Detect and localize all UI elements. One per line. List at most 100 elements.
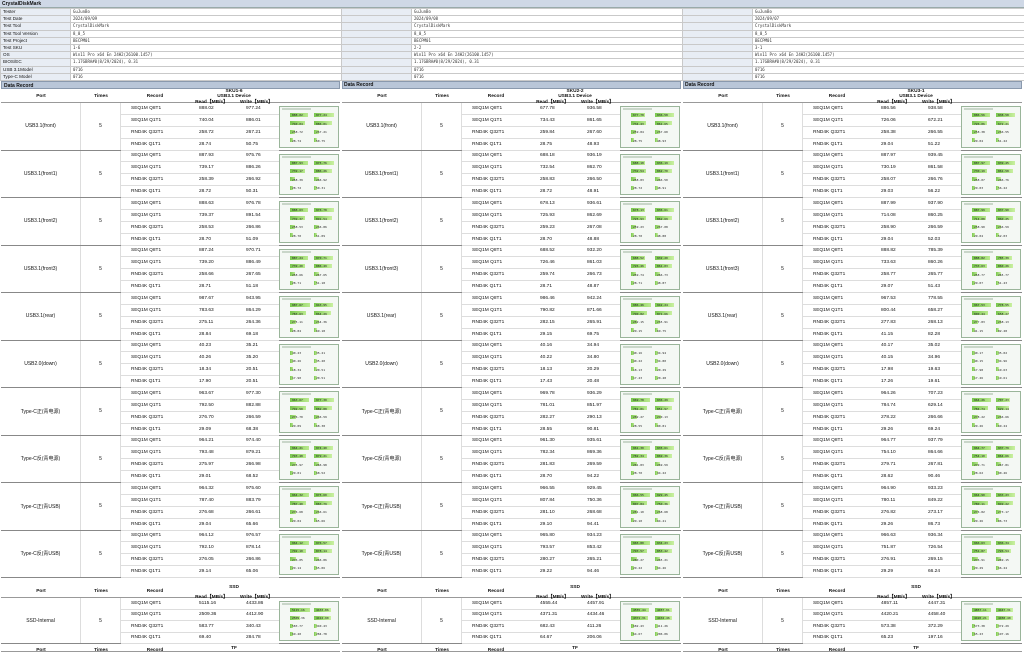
thumb-read-value: 967.53 <box>974 303 985 308</box>
record-row: SEQ1M Q1T1 793.57 853.42 <box>462 542 620 555</box>
thumb-write-value: 266.59 <box>316 415 327 420</box>
write-value: 861.65 <box>587 117 602 123</box>
record-name: SEQ1M Q1T1 <box>472 497 503 503</box>
record-row: SEQ1M Q1T1 792.10 878.14 <box>121 542 279 555</box>
times-cell: 5 <box>81 435 121 482</box>
info-label <box>682 43 753 53</box>
write-value: 340.43 <box>246 623 261 629</box>
read-value: 275.97 <box>199 462 214 468</box>
thumb-write-value: 48.93 <box>657 138 667 143</box>
thumb-title-bar <box>964 203 993 205</box>
write-value: 51.43 <box>928 284 941 290</box>
test-group: USB3.1(front3) 5 SEQ1M Q8T1 688.52 932.20 SEQ… <box>342 245 681 293</box>
record-row: SEQ1M Q8T1 969.78 936.29 <box>462 388 620 400</box>
times-cell: 5 <box>81 198 121 245</box>
port-header: Port <box>377 94 387 99</box>
thumb-write-value: 936.61 <box>657 208 668 213</box>
record-name: RND4K Q32T1 <box>131 129 164 135</box>
read-value: 17.26 <box>881 379 894 385</box>
write-value: 65.06 <box>246 569 259 575</box>
record-row: SEQ1M Q1T1 787.40 883.79 <box>121 495 279 507</box>
crystaldiskmark-screenshot-icon: 964.26 707.23 784.74 629.14 278.22 266.66 29.2… <box>961 391 1021 433</box>
thumb-read-value: 887.24 <box>292 255 303 260</box>
port-cell: Type-C反(青USB) <box>342 530 422 577</box>
test-group: Type-C反(青电源) 5 SEQ1M Q8T1 964.77 937.79 SEQ1M… <box>683 435 1022 483</box>
thumb-write-value: 69.18 <box>316 328 326 333</box>
thumb-read-value: 793.48 <box>292 454 303 459</box>
record-row: RND4K Q1T1 29.10 94.41 <box>462 519 620 531</box>
thumb-read-value: 583.77 <box>292 624 303 629</box>
info-value: 8_0_5 <box>752 29 1024 38</box>
thumb-read-value: 18.13 <box>633 367 643 372</box>
thumb-read-value: 969.78 <box>633 398 644 403</box>
thumb-title-bar <box>964 393 993 395</box>
record-name: RND4K Q32T1 <box>813 177 846 183</box>
record-row: RND4K Q1T1 28.72 48.91 <box>462 186 620 198</box>
test-group: USB3.1(front) 5 SEQ1M Q8T1 888.02 977.24 SEQ1… <box>1 103 340 151</box>
crystaldiskmark-screenshot-icon: 987.67 943.95 783.63 864.29 275.11 264.36 28.8… <box>279 296 339 338</box>
thumb-title-bar <box>623 203 652 205</box>
crystaldiskmark-screenshot-icon: 966.55 929.45 807.84 750.36 281.10 268.68 29.1… <box>620 486 680 528</box>
port-cell: Type-C反(青USB) <box>683 530 763 577</box>
thumb-write-value: 267.08 <box>657 225 668 230</box>
info-label: Tester <box>0 7 71 17</box>
thumb-write-value: 935.61 <box>657 445 668 450</box>
thumb-title-bar <box>964 250 993 253</box>
info-label: Type-C Model <box>0 72 71 81</box>
port-cell: USB3.1(rear) <box>683 293 763 340</box>
thumb-read-value: 28.84 <box>292 328 302 333</box>
thumb-write-value: 266.50 <box>657 177 668 182</box>
thumb-read-value: 69.40 <box>292 632 302 637</box>
thumb-write-value: 869.36 <box>657 454 668 459</box>
thumb-title-bar <box>623 393 652 395</box>
thumb-read-value: 964.12 <box>292 540 303 545</box>
record-name: SEQ1M Q8T1 <box>472 600 503 606</box>
thumb-title-bar <box>623 250 652 253</box>
thumb-read-value: 276.91 <box>974 557 985 562</box>
read-value: 784.74 <box>881 402 896 408</box>
write-value: 862.69 <box>587 212 602 218</box>
record-name: RND4K Q32T1 <box>131 272 164 278</box>
thumb-write-value: 265.21 <box>657 557 668 562</box>
times-cell: 5 <box>763 150 803 197</box>
read-value: 28.72 <box>540 189 553 195</box>
record-name: RND4K Q1T1 <box>131 569 161 575</box>
thumb-write-value: 86.73 <box>998 518 1008 523</box>
times-header: Times <box>435 648 449 653</box>
thumb-write-value: 778.55 <box>998 303 1009 308</box>
record-name: SEQ1M Q1T1 <box>813 307 844 313</box>
test-group: SSD-Internal 5 SEQ1M Q8T1 4555.44 4457.91 SEQ… <box>342 598 681 644</box>
thumb-title-bar <box>623 155 652 158</box>
write-value: 20.51 <box>246 367 259 373</box>
thumb-title-bar <box>282 203 311 205</box>
record-row: SEQ1M Q8T1 966.55 929.45 <box>462 483 620 495</box>
thumb-read-value: 258.77 <box>974 272 985 277</box>
times-cell: 5 <box>81 598 121 643</box>
thumb-read-value: 4420.21 <box>974 616 987 621</box>
read-value: 29.26 <box>881 426 894 432</box>
thumb-write-value: 68.38 <box>316 423 326 428</box>
thumb-write-value: 886.26 <box>316 169 327 174</box>
record-name: SEQ1M Q8T1 <box>813 533 844 539</box>
read-value: 40.17 <box>881 343 894 349</box>
thumb-read-value: 29.04 <box>974 138 984 143</box>
read-value: 4420.21 <box>881 612 899 618</box>
thumb-write-value: 942.24 <box>657 303 668 308</box>
record-row: SEQ1M Q1T1 714.08 860.25 <box>803 210 961 222</box>
record-row: SEQ1M Q8T1 964.32 975.60 <box>121 483 279 495</box>
info-row: BIOS/EC 1.17GBRA#0(8/29/2024), 0.31 1.17GB… <box>0 58 1024 67</box>
record-row: SEQ1M Q1T1 4420.21 4458.40 <box>803 610 961 621</box>
read-value: 259.74 <box>540 272 555 278</box>
record-name: RND4K Q1T1 <box>131 141 161 147</box>
port-cell: USB2.0(down) <box>683 340 763 387</box>
info-label <box>682 29 753 38</box>
thumb-write-value: 19.63 <box>998 367 1008 372</box>
thumb-write-value: 267.21 <box>316 130 327 135</box>
times-cell: 5 <box>763 388 803 435</box>
crystaldiskmark-screenshot-icon: 963.67 977.30 792.50 882.88 276.70 266.59 29.0… <box>279 391 339 433</box>
write-value: 56.22 <box>928 189 941 195</box>
thumb-write-value: 90.46 <box>998 471 1008 476</box>
record-name: RND4K Q1T1 <box>472 635 502 641</box>
record-row: RND4K Q32T1 583.77 340.43 <box>121 621 279 633</box>
record-name: SEQ1M Q8T1 <box>131 295 162 301</box>
